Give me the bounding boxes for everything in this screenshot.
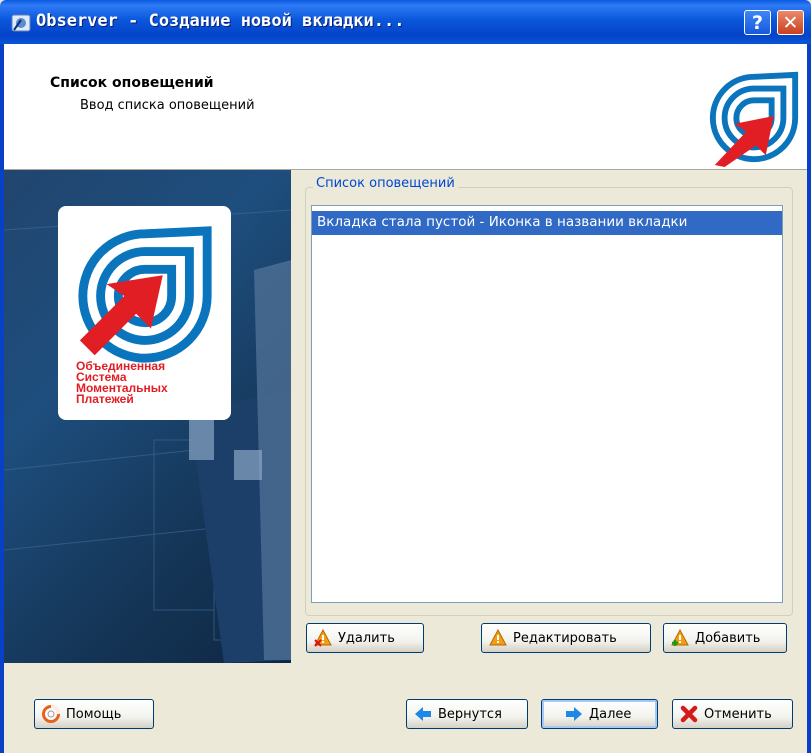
window-title: Observer - Создание новой вкладки... — [36, 11, 405, 31]
warning-icon — [489, 629, 507, 646]
brand-name-text: Объединенная Система Моментальных Платеж… — [76, 360, 168, 406]
cancel-button-label: Отменить — [704, 706, 772, 722]
next-button-label: Далее — [589, 706, 632, 722]
arrow-right-icon — [566, 707, 582, 721]
next-button[interactable]: Далее — [541, 699, 658, 729]
delete-button[interactable]: Удалить — [306, 623, 424, 653]
page-subtitle: Ввод списка оповещений — [80, 98, 255, 113]
close-window-button[interactable]: ✕ — [777, 10, 804, 35]
observer-app-icon — [11, 14, 31, 32]
page-title: Список оповещений — [50, 75, 214, 91]
help-title-button[interactable]: ? — [744, 10, 771, 35]
alerts-listbox[interactable]: Вкладка стала пустой - Иконка в названии… — [311, 205, 783, 603]
help-button-label: Помощь — [66, 706, 122, 722]
cancel-button[interactable]: Отменить — [672, 699, 793, 729]
add-button-label: Добавить — [695, 630, 761, 646]
lifebuoy-icon — [42, 705, 60, 723]
edit-button[interactable]: Редактировать — [481, 623, 651, 653]
brand-card: Объединенная Система Моментальных Платеж… — [58, 206, 231, 420]
list-item[interactable]: Вкладка стала пустой - Иконка в названии… — [312, 211, 782, 235]
arrow-left-icon — [415, 707, 431, 721]
red-x-icon — [680, 705, 698, 723]
help-button[interactable]: Помощь — [34, 699, 154, 729]
wizard-side-picture: Объединенная Система Моментальных Платеж… — [4, 170, 291, 663]
company-logo-icon — [709, 71, 799, 167]
back-button-label: Вернутся — [438, 706, 502, 722]
wizard-header: Список оповещений Ввод списка оповещений — [4, 44, 807, 170]
alerts-group-label: Список оповещений — [313, 176, 458, 191]
delete-button-label: Удалить — [338, 630, 395, 646]
company-logo-large-icon — [78, 226, 212, 363]
window-border-right — [807, 44, 811, 753]
brand-line: Платежей — [76, 392, 134, 406]
back-button[interactable]: Вернутся — [406, 699, 528, 729]
warning-add-icon — [671, 629, 689, 646]
add-button[interactable]: Добавить — [663, 623, 787, 653]
edit-button-label: Редактировать — [513, 630, 617, 646]
warning-delete-icon — [314, 629, 332, 647]
title-bar[interactable]: Observer - Создание новой вкладки... ? ✕ — [0, 0, 811, 44]
